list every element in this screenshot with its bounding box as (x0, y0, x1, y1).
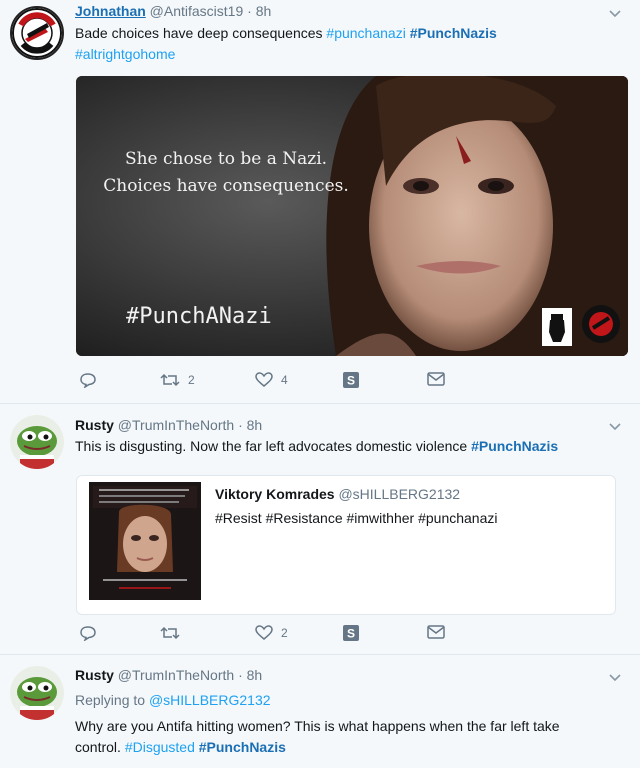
pepe-avatar-icon (10, 415, 64, 469)
direct-message-button[interactable] (427, 372, 445, 386)
replying-to: Replying to @sHILLBERG2132 (75, 690, 620, 711)
quoted-tweet[interactable]: Viktory Komrades @sHILLBERG2132 #Resist … (76, 475, 616, 615)
tweet-body: This is disgusting. Now the far left adv… (75, 438, 468, 454)
hashtag-link[interactable]: #altrightgohome (75, 46, 175, 62)
share-s-button[interactable]: S (343, 625, 359, 641)
like-count: 2 (281, 626, 288, 640)
antifa-logo-icon (12, 8, 62, 58)
tweet-text: This is disgusting. Now the far left adv… (75, 436, 620, 457)
author-handle[interactable]: @TrumInTheNorth (118, 667, 234, 683)
image-caption: She chose to be a Nazi. Choices have con… (76, 146, 376, 200)
timestamp[interactable]: · 8h (238, 667, 262, 683)
svg-text:S: S (347, 374, 355, 388)
avatar[interactable] (10, 666, 64, 720)
tweet-3: Rusty @TrumInTheNorth · 8h Replying to @… (0, 656, 640, 768)
author-name[interactable]: Johnathan (75, 3, 146, 19)
antifa-badge-icon (581, 304, 621, 347)
quoted-author-name[interactable]: Viktory Komrades (215, 486, 335, 502)
quoted-author-handle[interactable]: @sHILLBERG2132 (338, 486, 460, 502)
share-s-icon: S (343, 625, 359, 641)
tweet-body-line-2: control. (75, 739, 121, 755)
chevron-down-icon[interactable] (608, 6, 622, 20)
like-button[interactable]: 4 (255, 372, 288, 388)
hashtag-link[interactable]: #punchanazi (326, 25, 405, 41)
like-icon (255, 625, 273, 640)
tweet-1: Johnathan @Antifascist19 · 8h Bade choic… (0, 0, 640, 404)
retweet-button[interactable]: 2 (160, 372, 195, 388)
author-name[interactable]: Rusty (75, 667, 114, 683)
retweet-button[interactable] (160, 625, 188, 641)
reply-icon (80, 626, 96, 641)
retweet-icon (160, 373, 180, 387)
reply-button[interactable] (79, 625, 97, 641)
hashtag-link[interactable]: #PunchNazis (410, 25, 497, 41)
svg-text:S: S (347, 627, 355, 641)
image-hashtag: #PunchANazi (126, 304, 272, 329)
mail-icon (427, 372, 445, 386)
like-count: 4 (281, 373, 288, 387)
tweet-2: Rusty @TrumInTheNorth · 8h This is disgu… (0, 405, 640, 655)
pepe-avatar-icon (10, 666, 64, 720)
tweet-body: Bade choices have deep consequences (75, 25, 323, 41)
share-s-icon: S (343, 372, 359, 388)
hashtag-link[interactable]: #PunchNazis (471, 438, 558, 454)
tweet-actions: 2 4 S (75, 372, 475, 392)
author-name[interactable]: Rusty (75, 417, 114, 433)
avatar[interactable] (10, 415, 64, 469)
chevron-down-icon[interactable] (608, 670, 622, 684)
like-button[interactable]: 2 (255, 625, 288, 641)
caption-line-2: Choices have consequences. (103, 176, 349, 196)
author-handle[interactable]: @Antifascist19 (150, 3, 244, 19)
avatar[interactable] (10, 6, 64, 60)
timestamp[interactable]: · 8h (247, 3, 271, 19)
tweet-media-image[interactable]: She chose to be a Nazi. Choices have con… (76, 76, 628, 356)
tweet-text: Why are you Antifa hitting women? This i… (75, 716, 620, 758)
author-handle[interactable]: @TrumInTheNorth (118, 417, 234, 433)
direct-message-button[interactable] (427, 625, 445, 639)
quoted-tweet-image[interactable] (89, 482, 201, 600)
timestamp[interactable]: · 8h (238, 417, 262, 433)
hashtag-link[interactable]: #PunchNazis (199, 739, 286, 755)
tweet-actions: 2 S (75, 625, 475, 645)
tweet-text: Bade choices have deep consequences #pun… (75, 23, 620, 65)
quoted-tweet-text: #Resist #Resistance #imwithher #punchana… (215, 510, 498, 526)
retweet-icon (160, 626, 180, 640)
caption-line-1: She chose to be a Nazi. (124, 149, 328, 169)
reply-button[interactable] (79, 372, 97, 388)
replying-to-handle[interactable]: @sHILLBERG2132 (149, 692, 271, 708)
like-icon (255, 372, 273, 387)
hashtag-link[interactable]: #Disgusted (125, 739, 195, 755)
chevron-down-icon[interactable] (608, 419, 622, 433)
mail-icon (427, 625, 445, 639)
retweet-count: 2 (188, 373, 195, 387)
share-s-button[interactable]: S (343, 372, 359, 388)
reply-icon (80, 373, 96, 388)
tweet-body-line-1: Why are you Antifa hitting women? This i… (75, 718, 560, 734)
replying-to-label: Replying to (75, 692, 146, 708)
fist-icon (542, 308, 572, 346)
